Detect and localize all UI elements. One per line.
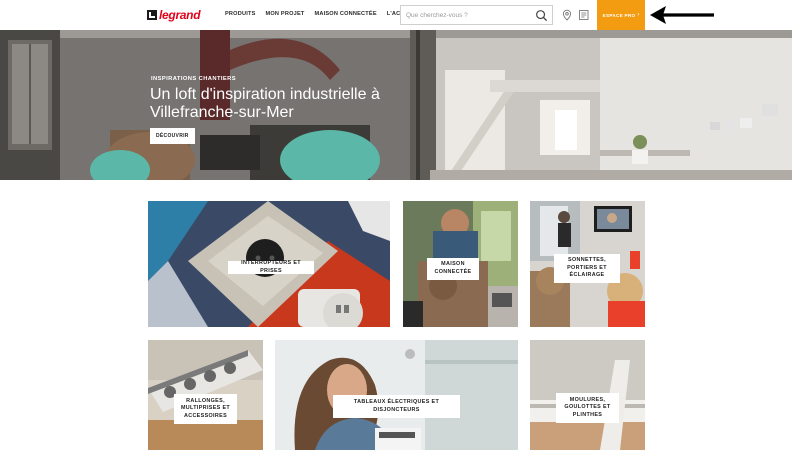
category-label: MAISON CONNECTÉE [427, 258, 479, 280]
hero-discover-button[interactable]: DÉCOUVRIR [150, 128, 195, 144]
category-label: RALLONGES, MULTIPRISES ET ACCESSOIRES [174, 394, 237, 424]
hero-loft-image [0, 30, 792, 180]
hero-kicker: INSPIRATIONS CHANTIERS [151, 76, 237, 82]
category-label: TABLEAUX ÉLECTRIQUES ET DISJONCTEURS [333, 395, 460, 418]
legrand-logo[interactable]: legrand [147, 8, 201, 22]
store-locator-icon[interactable] [561, 9, 573, 21]
catalog-icon[interactable] [578, 9, 590, 21]
search-box [400, 5, 553, 25]
category-tile-sonnettes[interactable]: SONNETTES, PORTIERS ET ÉCLAIRAGE [530, 201, 645, 327]
espace-pro-button[interactable]: ESPACE PRO › [597, 0, 645, 30]
category-label: MOULURES, GOULOTTES ET PLINTHES [556, 393, 619, 423]
category-tile-rallonges[interactable]: RALLONGES, MULTIPRISES ET ACCESSOIRES [148, 340, 263, 450]
site-header: legrand PRODUITS MON PROJET MAISON CONNE… [0, 0, 792, 30]
category-tile-interrupteurs[interactable]: INTERRUPTEURS ET PRISES [148, 201, 390, 327]
nav-item-produits[interactable]: PRODUITS [225, 11, 256, 17]
category-tile-maison-connectee[interactable]: MAISON CONNECTÉE [403, 201, 518, 327]
logo-mark-icon [147, 10, 157, 20]
annotation-arrow-icon [650, 6, 714, 24]
chevron-right-icon: › [637, 12, 640, 18]
category-label: SONNETTES, PORTIERS ET ÉCLAIRAGE [554, 254, 620, 283]
nav-item-mon-projet[interactable]: MON PROJET [266, 11, 305, 17]
search-input[interactable] [406, 9, 526, 22]
category-label: INTERRUPTEURS ET PRISES [228, 260, 314, 274]
hero-title: Un loft d'inspiration industrielle à Vil… [150, 86, 380, 121]
search-icon[interactable] [535, 9, 548, 22]
category-tile-moulures[interactable]: MOULURES, GOULOTTES ET PLINTHES [530, 340, 645, 450]
logo-text: legrand [159, 8, 201, 22]
category-tile-tableaux[interactable]: TABLEAUX ÉLECTRIQUES ET DISJONCTEURS [275, 340, 518, 450]
espace-pro-label: ESPACE PRO [602, 12, 636, 18]
hero-banner: INSPIRATIONS CHANTIERS Un loft d'inspira… [0, 30, 792, 180]
main-nav: PRODUITS MON PROJET MAISON CONNECTÉE L'A… [225, 11, 408, 17]
nav-item-maison-connectee[interactable]: MAISON CONNECTÉE [315, 11, 377, 17]
